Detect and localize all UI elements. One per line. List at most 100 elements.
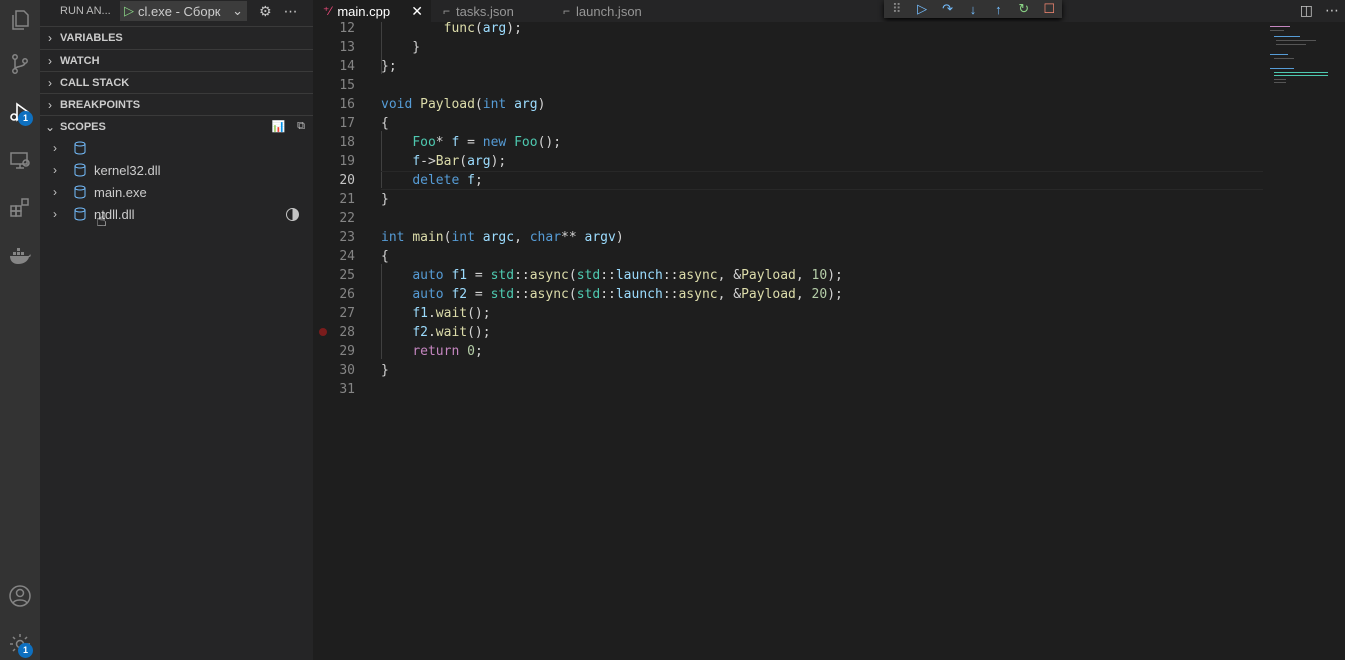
activity-bar: 1 1 — [0, 0, 40, 660]
continue-icon[interactable]: ▷ — [909, 1, 934, 17]
explorer-icon[interactable] — [4, 4, 36, 36]
tab-label: main.cpp — [337, 3, 391, 19]
code-text: } — [381, 192, 389, 207]
chart-icon[interactable]: 📊 — [271, 120, 285, 133]
code-line[interactable]: 18 Foo* f = new Foo(); — [313, 133, 1263, 152]
line-number: 16 — [339, 97, 355, 112]
database-icon — [74, 185, 86, 199]
code-line[interactable]: 13 } — [313, 38, 1263, 57]
code-text: void Payload(int arg) — [381, 97, 546, 112]
database-icon — [74, 163, 86, 177]
remote-explorer-icon[interactable] — [4, 144, 36, 176]
drag-handle-icon[interactable]: ⠿ — [884, 1, 909, 17]
code-line[interactable]: 25 auto f1 = std::async(std::launch::asy… — [313, 266, 1263, 285]
sidebar-title: RUN AN... — [60, 5, 111, 17]
line-number: 12 — [339, 22, 355, 36]
step-into-icon[interactable]: ↓ — [960, 2, 985, 17]
step-out-icon[interactable]: ↑ — [986, 2, 1011, 17]
restart-icon[interactable]: ↻ — [1011, 1, 1036, 17]
code-line[interactable]: 24 { — [313, 247, 1263, 266]
line-number: 22 — [339, 211, 355, 226]
tab-tasks-json[interactable]: ⌐ tasks.json — [433, 0, 551, 22]
chevron-right-icon: › — [53, 207, 57, 221]
code-line[interactable]: 14}; — [313, 57, 1263, 76]
code-text: f->Bar(arg); — [412, 154, 507, 169]
line-number: 23 — [339, 230, 355, 245]
stop-icon[interactable]: ☐ — [1037, 1, 1062, 17]
code-line[interactable]: 28 f2.wait(); — [313, 323, 1263, 342]
collapse-all-icon[interactable]: ⧉ — [297, 120, 305, 133]
account-icon[interactable] — [4, 580, 36, 612]
code-line[interactable]: 17 { — [313, 114, 1263, 133]
code-text: } — [381, 363, 389, 378]
code-text: { — [381, 249, 389, 264]
run-debug-icon[interactable]: 1 — [4, 96, 36, 128]
section-call-stack-label: CALL STACK — [60, 76, 130, 89]
code-line[interactable]: 15 — [313, 76, 1263, 95]
launch-config-label: cl.exe - Сборк — [138, 3, 221, 19]
line-number: 26 — [339, 287, 355, 302]
code-text: f2.wait(); — [412, 325, 491, 340]
code-line[interactable]: 23 int main(int argc, char** argv) — [313, 228, 1263, 247]
section-watch[interactable]: › WATCH — [40, 49, 313, 71]
launch-config-dropdown[interactable]: ▷ cl.exe - Сборк ⌄ — [120, 1, 247, 21]
more-actions-icon[interactable]: ⋯ — [1325, 2, 1339, 19]
code-text: return 0; — [412, 344, 483, 359]
sidebar-header: RUN AN... ▷ cl.exe - Сборк ⌄ ⚙ ⋯ — [40, 0, 313, 22]
code-line[interactable]: 29 return 0; — [313, 342, 1263, 361]
code-line[interactable]: 26 auto f2 = std::async(std::launch::asy… — [313, 285, 1263, 304]
tab-main-cpp[interactable]: ⁺⁄ main.cpp ✕ — [313, 0, 431, 22]
code-line[interactable]: 22 — [313, 209, 1263, 228]
code-text: int main(int argc, char** argv) — [381, 230, 624, 245]
line-number: 28 — [339, 325, 355, 340]
split-editor-icon[interactable]: ◫ — [1300, 2, 1313, 19]
code-line[interactable]: 30} — [313, 361, 1263, 380]
code-line[interactable]: 20 delete f; — [313, 171, 1263, 190]
extensions-icon[interactable] — [4, 192, 36, 224]
chevron-right-icon: › — [48, 75, 52, 90]
docker-icon[interactable] — [4, 240, 36, 272]
chevron-right-icon: › — [53, 185, 57, 199]
chevron-right-icon: › — [53, 141, 57, 155]
more-actions-icon[interactable]: ⋯ — [284, 3, 298, 20]
section-call-stack[interactable]: › CALL STACK — [40, 71, 313, 93]
source-control-icon[interactable] — [4, 48, 36, 80]
line-number: 24 — [339, 249, 355, 264]
line-number: 13 — [339, 40, 355, 55]
start-debugging-icon[interactable]: ▷ — [124, 3, 134, 19]
code-line[interactable]: 21} — [313, 190, 1263, 209]
code-editor[interactable]: 12 func(arg); 13 } 14}; 15 16 void Payload(in… — [313, 22, 1345, 660]
code-line[interactable]: 12 func(arg); — [313, 22, 1263, 38]
section-variables[interactable]: › VARIABLES — [40, 26, 313, 48]
chevron-down-icon: ⌄ — [232, 3, 243, 18]
close-icon[interactable]: ✕ — [411, 3, 423, 20]
scope-item[interactable]: › — [40, 137, 313, 159]
run-debug-badge: 1 — [18, 111, 33, 126]
minimap[interactable] — [1270, 22, 1330, 92]
code-line[interactable]: 19 f->Bar(arg); — [313, 152, 1263, 171]
section-breakpoints[interactable]: › BREAKPOINTS — [40, 93, 313, 115]
chevron-right-icon: › — [48, 30, 52, 45]
json-file-icon: ⌐ — [563, 4, 571, 18]
step-over-icon[interactable]: ↷ — [935, 1, 960, 17]
section-scopes-label: SCOPES — [60, 120, 106, 133]
scope-item[interactable]: › kernel32.dll — [40, 159, 313, 181]
code-text: Foo* f = new Foo(); — [412, 135, 562, 150]
code-line[interactable]: 27 f1.wait(); — [313, 304, 1263, 323]
code-line[interactable]: 16 void Payload(int arg) — [313, 95, 1263, 114]
tab-launch-json[interactable]: ⌐ launch.json — [553, 0, 673, 22]
line-number: 29 — [339, 344, 355, 359]
line-number: 30 — [339, 363, 355, 378]
scope-item[interactable]: › ntdll.dll — [40, 203, 313, 225]
contrast-icon[interactable] — [286, 207, 299, 221]
gear-icon[interactable]: ⚙ — [259, 3, 272, 20]
json-file-icon: ⌐ — [443, 4, 451, 18]
code-line[interactable]: 31 — [313, 380, 1263, 399]
code-text: func(arg); — [443, 22, 522, 36]
scope-item[interactable]: › main.exe — [40, 181, 313, 203]
section-scopes[interactable]: ⌄ SCOPES 📊 ⧉ — [40, 115, 313, 137]
code-text: delete f; — [412, 173, 483, 188]
line-number: 20 — [339, 173, 355, 188]
manage-gear-icon[interactable]: 1 — [4, 628, 36, 660]
section-breakpoints-label: BREAKPOINTS — [60, 98, 141, 111]
